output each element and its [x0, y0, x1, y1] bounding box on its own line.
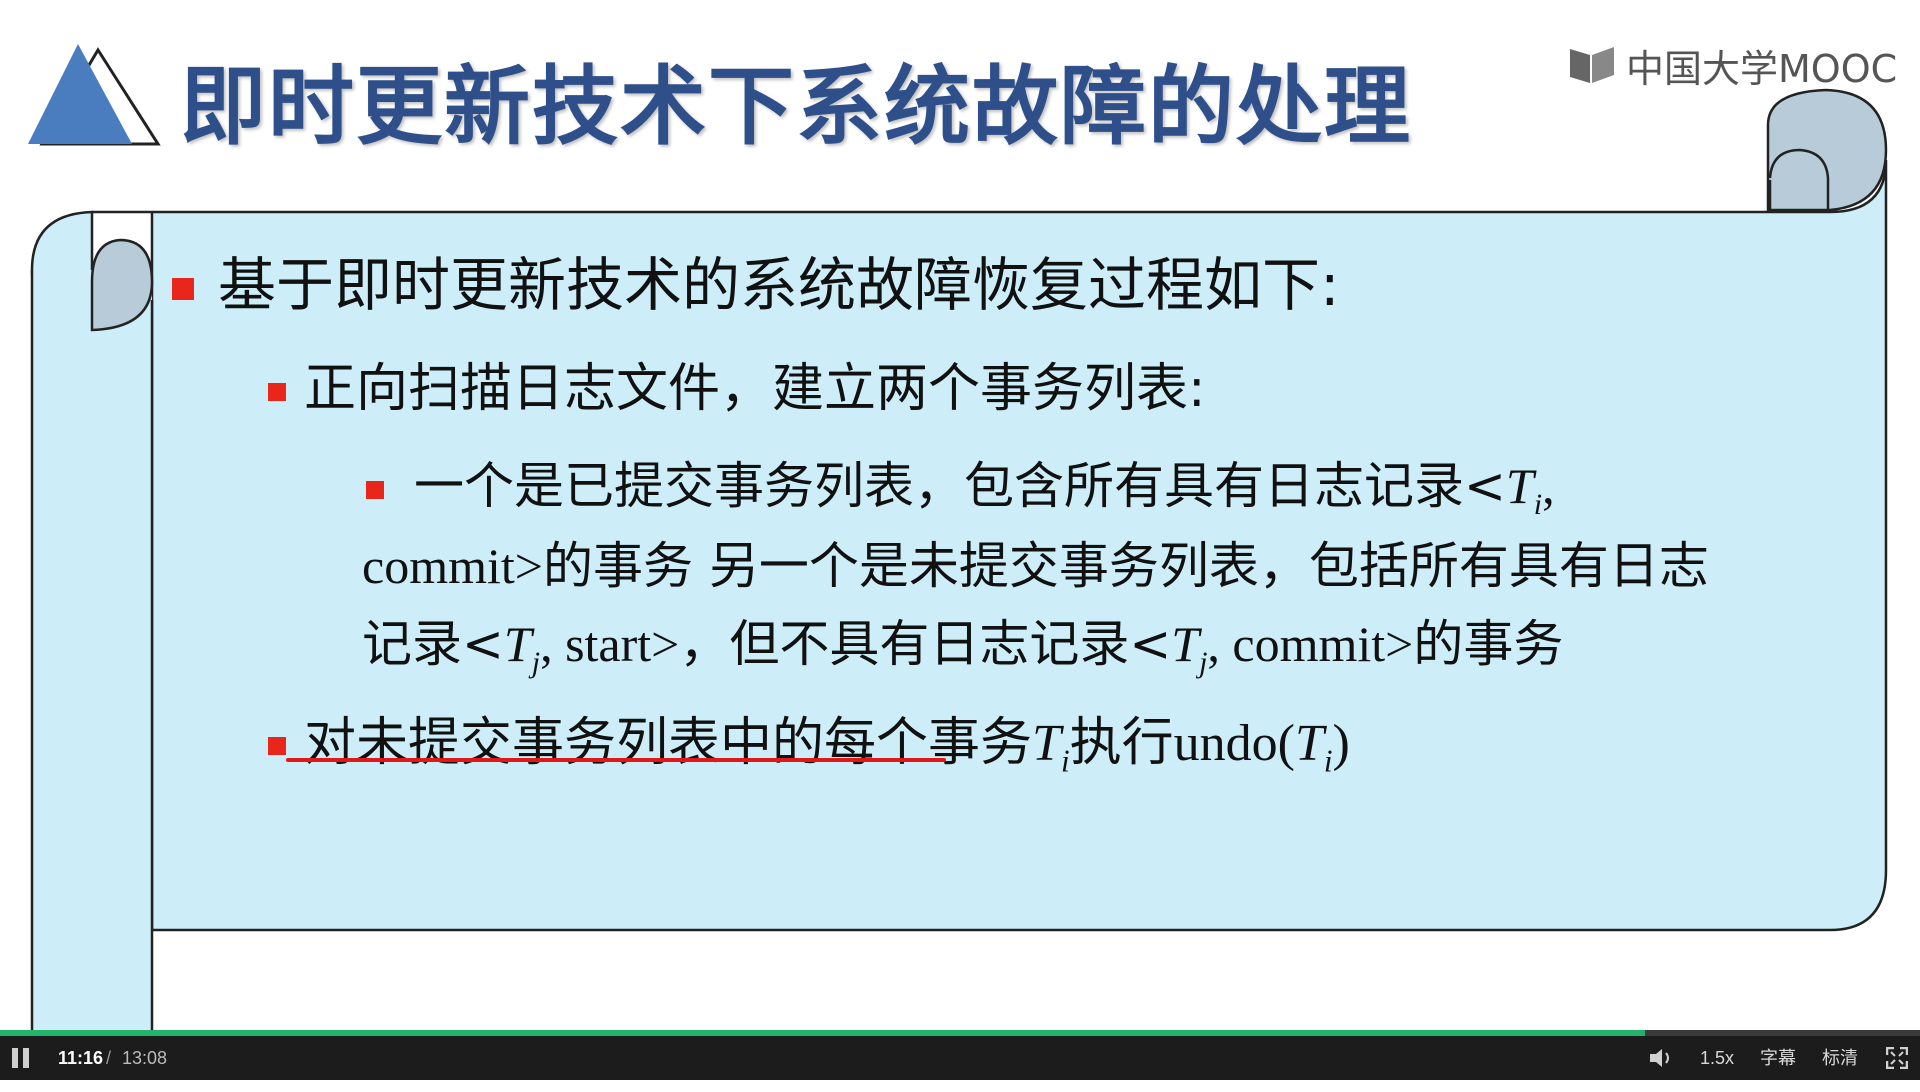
bullet-text: 的事务 — [1413, 615, 1564, 673]
slide: 即时更新技术下系统故障的处理 中国大学MOOC 基于即时更新技术的系统故障恢复过… — [0, 0, 1920, 1030]
bullet-level1: 基于即时更新技术的系统故障恢复过程如下: — [172, 238, 1340, 322]
var-t: T — [1505, 458, 1534, 514]
subtitles-button[interactable]: 字幕 — [1760, 1036, 1796, 1080]
var-t: T — [1294, 715, 1324, 772]
bullet-text: 基于即时更新技术的系统故障恢复过程如下: — [218, 251, 1340, 319]
bullet-text: 对未提交事务列表中的每个事务 — [304, 713, 1033, 773]
current-time: 11:16 — [58, 1048, 104, 1068]
playback-rate-button[interactable]: 1.5x — [1700, 1036, 1734, 1080]
var-sub: j — [531, 646, 541, 679]
bullet-level3-line2: commit>的事务 另一个是未提交事务列表，包括所有具有日志 — [362, 526, 1709, 598]
bullet-square-icon — [268, 383, 286, 401]
commit-text: commit> — [362, 538, 543, 594]
bullet-level2: 正向扫描日志文件，建立两个事务列表: — [268, 346, 1206, 421]
bullet-level3-line1: 一个是已提交事务列表，包含所有具有日志记录<Ti, — [366, 446, 1555, 522]
punct: , — [1542, 458, 1555, 514]
bullet-square-icon — [268, 737, 286, 755]
volume-icon[interactable] — [1648, 1046, 1674, 1070]
var-t: T — [503, 616, 532, 672]
commit-text: , commit> — [1207, 616, 1414, 672]
pause-icon[interactable] — [12, 1048, 32, 1068]
undo-text: undo( — [1173, 715, 1295, 772]
bullet-text: ，但不具有日志记录< — [679, 615, 1172, 673]
bullet-square-icon — [366, 480, 384, 499]
exec-text: 执行 — [1069, 713, 1174, 773]
bullet-level3-line3: 记录<Tj, start>，但不具有日志记录<Tj, commit>的事务 — [362, 604, 1563, 680]
var-sub: i — [1533, 488, 1543, 521]
bullet-text: 记录< — [362, 615, 504, 673]
red-underline — [286, 758, 946, 762]
fullscreen-icon[interactable] — [1886, 1047, 1908, 1069]
var-t: T — [1032, 715, 1061, 772]
slide-content: 基于即时更新技术的系统故障恢复过程如下: 正向扫描日志文件，建立两个事务列表: … — [0, 0, 1920, 1030]
bullet-text: 的事务 另一个是未提交事务列表，包括所有具有日志 — [542, 537, 1709, 595]
bullet-square-icon — [172, 277, 194, 300]
bullet-text: 一个是已提交事务列表，包含所有具有日志记录< — [414, 457, 1506, 515]
start-text: , start> — [540, 616, 680, 672]
time-separator: / — [106, 1048, 112, 1068]
bullet-level2-undo: 对未提交事务列表中的每个事务Ti执行undo(Ti) — [268, 700, 1350, 779]
paren: ) — [1332, 715, 1350, 772]
bullet-text: 正向扫描日志文件，建立两个事务列表: — [304, 359, 1206, 419]
var-sub: i — [1060, 743, 1070, 779]
var-t: T — [1171, 616, 1200, 672]
var-sub: i — [1323, 743, 1333, 779]
quality-button[interactable]: 标清 — [1822, 1036, 1858, 1080]
total-time: 13:08 — [122, 1048, 168, 1068]
player-controls: 11:16 / 13:08 1.5x 字幕 标清 — [0, 1036, 1920, 1080]
